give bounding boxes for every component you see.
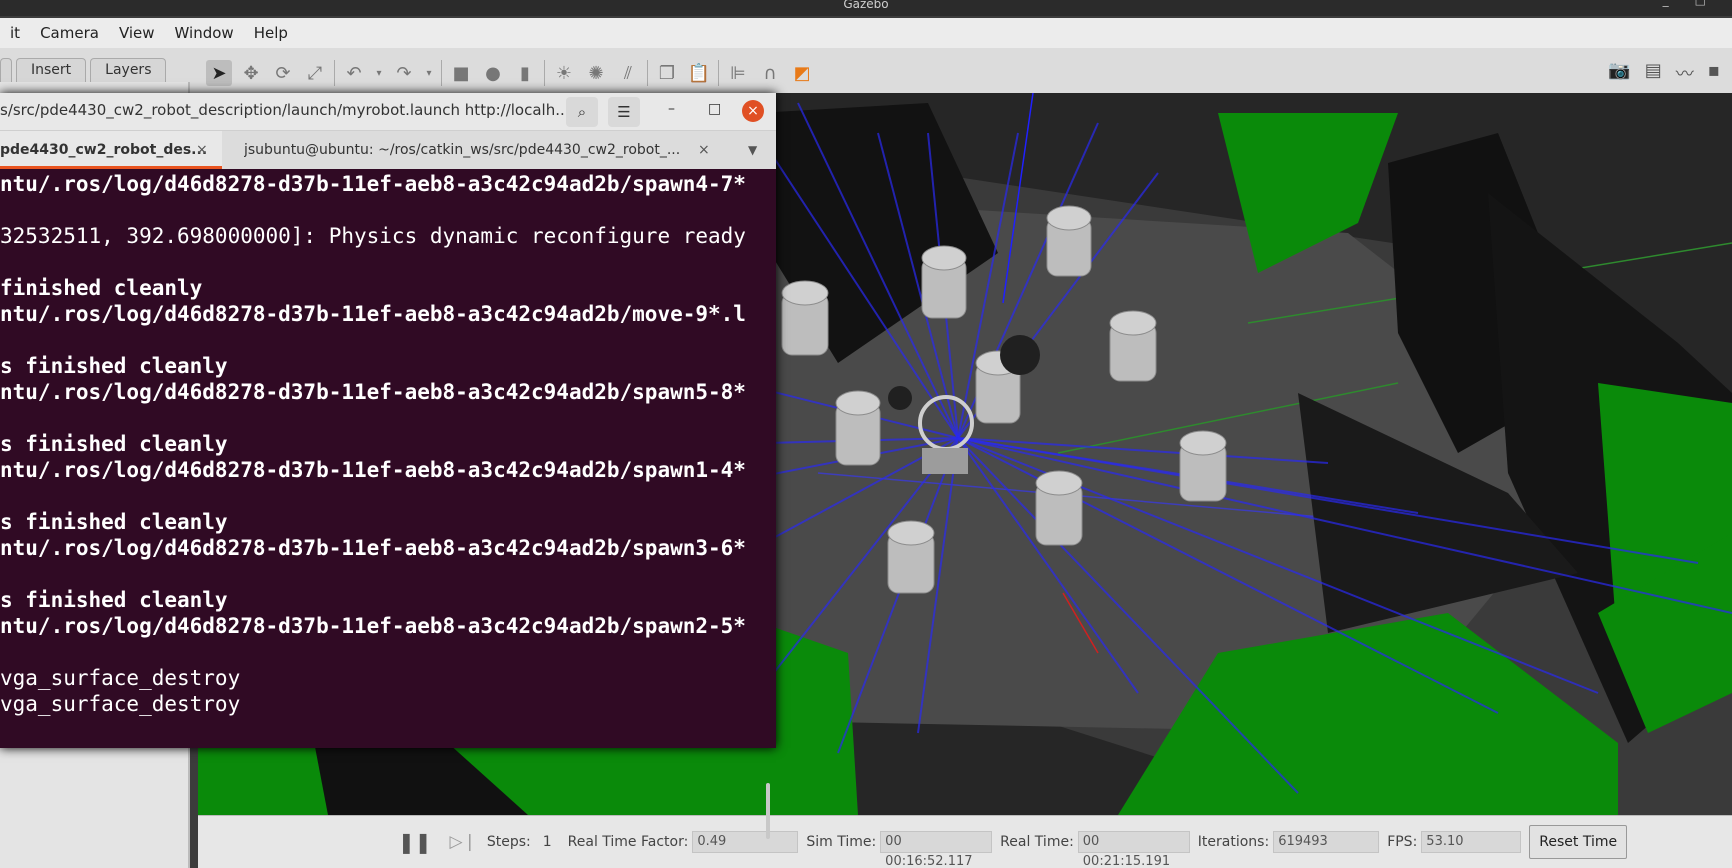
plot-icon[interactable]: 〰 [1676,60,1694,86]
minimize-icon[interactable]: – [668,101,675,117]
hamburger-menu-icon[interactable]: ☰ [608,97,640,127]
redo-dropdown-icon[interactable]: ▾ [423,60,435,86]
select-arrow-icon[interactable]: ➤ [206,60,232,86]
toolbar-divider [647,60,648,86]
redo-icon[interactable]: ↷ [391,60,417,86]
spot-light-icon[interactable]: ⫽ [615,60,641,86]
terminal-line: ntu/.ros/log/d46d8278-d37b-11ef-aeb8-a3c… [0,302,746,326]
toolbar-divider [718,60,719,86]
terminal-line: ntu/.ros/log/d46d8278-d37b-11ef-aeb8-a3c… [0,614,746,638]
terminal-title: s/src/pde4430_cw2_robot_description/laun… [0,101,570,119]
rtf-label: Real Time Factor: [567,834,689,850]
terminal-line: vga_surface_destroy [0,666,241,690]
menu-camera[interactable]: Camera [30,24,109,42]
iterations-label: Iterations: [1197,834,1270,850]
fps-label: FPS: [1387,834,1418,850]
menu-bar: it Camera View Window Help [0,18,1732,48]
chevron-down-icon[interactable]: ▼ [748,131,757,169]
gazebo-titlebar: Gazebo _□ [0,0,1732,16]
window-controls[interactable]: _□ [1663,0,1732,6]
real-time-value: 00 00:21:15.191 [1077,831,1190,868]
box-icon[interactable]: ■ [448,60,474,86]
terminal-line: ntu/.ros/log/d46d8278-d37b-11ef-aeb8-a3c… [0,380,746,404]
search-icon[interactable]: ⌕ [566,97,598,127]
menu-help[interactable]: Help [244,24,298,42]
reset-time-button[interactable]: Reset Time [1529,825,1628,859]
tab-label: pde4430_cw2_robot_des... [0,142,208,158]
menu-view[interactable]: View [109,24,165,42]
record-icon[interactable]: ▪ [1708,60,1720,86]
screenshot-icon[interactable]: 📷 [1608,60,1630,86]
step-icon[interactable]: ▷❘ [450,832,477,852]
terminal-line: vga_surface_destroy [0,692,241,716]
steps-label: Steps: [486,834,531,850]
magnet-icon[interactable]: ∩ [757,60,783,86]
tool-strip: ➤ ✥ ⟳ ⤢ ↶ ▾ ↷ ▾ ■ ● ▮ ☀ ✺ ⫽ ❐ 📋 ⊫ ∩ ◩ [206,56,815,90]
terminal-line: ntu/.ros/log/d46d8278-d37b-11ef-aeb8-a3c… [0,458,746,482]
toolbar-divider [334,60,335,86]
sim-time-label: Sim Time: [806,834,877,850]
close-tab-icon[interactable]: × [698,131,710,169]
maximize-icon[interactable]: □ [708,101,721,117]
toolbar-divider [544,60,545,86]
terminal-scrollbar[interactable] [766,783,770,839]
paste-icon[interactable]: 📋 [686,60,712,86]
tab-launch[interactable]: pde4430_cw2_robot_des... [0,131,222,169]
time-panel: ❚❚ ▷❘ Steps: 1 Real Time Factor: 0.49 Si… [198,815,1732,868]
sphere-icon[interactable]: ● [480,60,506,86]
close-icon[interactable]: × [742,100,764,122]
pause-icon[interactable]: ❚❚ [398,830,432,854]
view-angle-icon[interactable]: ◩ [789,60,815,86]
fps-value: 53.10 [1421,831,1522,853]
tab-label: jsubuntu@ubuntu: ~/ros/catkin_ws/src/pde… [244,142,681,158]
terminal-line: s finished cleanly [0,354,228,378]
terminal-line: ntu/.ros/log/d46d8278-d37b-11ef-aeb8-a3c… [0,536,746,560]
terminal-output[interactable]: ntu/.ros/log/d46d8278-d37b-11ef-aeb8-a3c… [0,169,776,748]
terminal-line: s finished cleanly [0,432,228,456]
menu-edit[interactable]: it [0,24,30,42]
steps-spinner[interactable]: 1 [543,834,552,850]
terminal-line: 32532511, 392.698000000]: Physics dynami… [0,224,746,248]
cylinder-icon[interactable]: ▮ [512,60,538,86]
align-icon[interactable]: ⊫ [725,60,751,86]
tab-layers[interactable]: Layers [90,58,167,82]
window-title: Gazebo [843,0,889,11]
menu-window[interactable]: Window [165,24,244,42]
terminal-line: s finished cleanly [0,510,228,534]
iterations-value: 619493 [1273,831,1380,853]
translate-icon[interactable]: ✥ [238,60,264,86]
undo-dropdown-icon[interactable]: ▾ [373,60,385,86]
terminal-headerbar: s/src/pde4430_cw2_robot_description/laun… [0,93,776,131]
terminal-window: s/src/pde4430_cw2_robot_description/laun… [0,93,776,839]
terminal-line: ntu/.ros/log/d46d8278-d37b-11ef-aeb8-a3c… [0,172,746,196]
terminal-line: s finished cleanly [0,588,228,612]
tab-world[interactable] [0,58,12,82]
terminal-line: finished cleanly [0,276,203,300]
point-light-icon[interactable]: ✺ [583,60,609,86]
left-panel-tabs: Insert Layers [0,58,170,82]
sun-light-icon[interactable]: ☀ [551,60,577,86]
tab-insert[interactable]: Insert [16,58,87,82]
log-icon[interactable]: ▤ [1645,60,1662,86]
terminal-tabs: pde4430_cw2_robot_des... × jsubuntu@ubun… [0,131,776,169]
tab-shell[interactable]: jsubuntu@ubuntu: ~/ros/catkin_ws/src/pde… [244,131,684,169]
scale-icon[interactable]: ⤢ [302,60,328,86]
rtf-value: 0.49 [692,831,799,853]
close-tab-icon[interactable]: × [196,131,208,169]
toolbar-divider [441,60,442,86]
right-toolbar: 📷 ▤ 〰 ▪ [1608,60,1720,86]
sim-time-value: 00 00:16:52.117 [880,831,993,868]
copy-icon[interactable]: ❐ [654,60,680,86]
rotate-icon[interactable]: ⟳ [270,60,296,86]
real-time-label: Real Time: [1000,834,1074,850]
undo-icon[interactable]: ↶ [341,60,367,86]
